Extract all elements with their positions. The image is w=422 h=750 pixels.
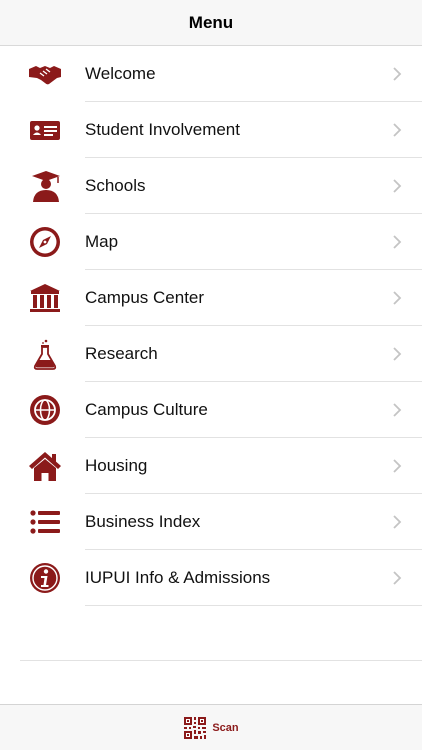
page-title: Menu	[188, 12, 234, 32]
row-separator	[85, 605, 422, 606]
menu-item-student-involvement[interactable]: Student Involvement	[0, 102, 422, 158]
menu-item-label: Business Index	[85, 512, 201, 531]
qr-code-icon	[184, 716, 207, 739]
chevron-right-icon	[393, 515, 402, 529]
menu-list: Welcome Student Involvement Schools Map …	[0, 46, 422, 606]
chevron-right-icon	[393, 291, 402, 305]
globe-icon	[26, 393, 64, 427]
menu-item-campus-center[interactable]: Campus Center	[0, 270, 422, 326]
menu-item-label: Map	[85, 232, 119, 251]
compass-icon	[26, 225, 64, 259]
menu-item-label: Campus Center	[85, 288, 205, 307]
menu-item-label: Research	[85, 344, 158, 363]
house-icon	[26, 449, 64, 483]
chevron-right-icon	[393, 571, 402, 585]
graduate-icon	[26, 169, 64, 203]
menu-item-campus-culture[interactable]: Campus Culture	[0, 382, 422, 438]
chevron-right-icon	[393, 403, 402, 417]
id-card-icon	[26, 113, 64, 147]
scan-label: Scan	[212, 721, 239, 734]
info-icon	[26, 561, 64, 595]
chevron-right-icon	[393, 67, 402, 81]
nav-bar: Menu	[0, 0, 422, 46]
menu-item-label: Welcome	[85, 64, 156, 83]
menu-item-label: Campus Culture	[85, 400, 208, 419]
menu-item-business-index[interactable]: Business Index	[0, 494, 422, 550]
footer-divider	[20, 660, 422, 661]
menu-item-label: IUPUI Info & Admissions	[85, 568, 271, 587]
menu-item-housing[interactable]: Housing	[0, 438, 422, 494]
handshake-icon	[26, 57, 64, 91]
menu-item-label: Student Involvement	[85, 120, 240, 139]
tab-bar: Scan	[0, 704, 422, 750]
list-icon	[26, 505, 64, 539]
menu-item-research[interactable]: Research	[0, 326, 422, 382]
chevron-right-icon	[393, 347, 402, 361]
chevron-right-icon	[393, 459, 402, 473]
building-columns-icon	[26, 281, 64, 315]
menu-item-map[interactable]: Map	[0, 214, 422, 270]
chevron-right-icon	[393, 179, 402, 193]
menu-item-welcome[interactable]: Welcome	[0, 46, 422, 102]
chevron-right-icon	[393, 123, 402, 137]
flask-icon	[26, 337, 64, 371]
chevron-right-icon	[393, 235, 402, 249]
menu-item-label: Schools	[85, 176, 146, 195]
scan-button[interactable]: Scan	[183, 716, 239, 740]
menu-item-iupui-info-admissions[interactable]: IUPUI Info & Admissions	[0, 550, 422, 606]
menu-item-label: Housing	[85, 456, 148, 475]
menu-item-schools[interactable]: Schools	[0, 158, 422, 214]
